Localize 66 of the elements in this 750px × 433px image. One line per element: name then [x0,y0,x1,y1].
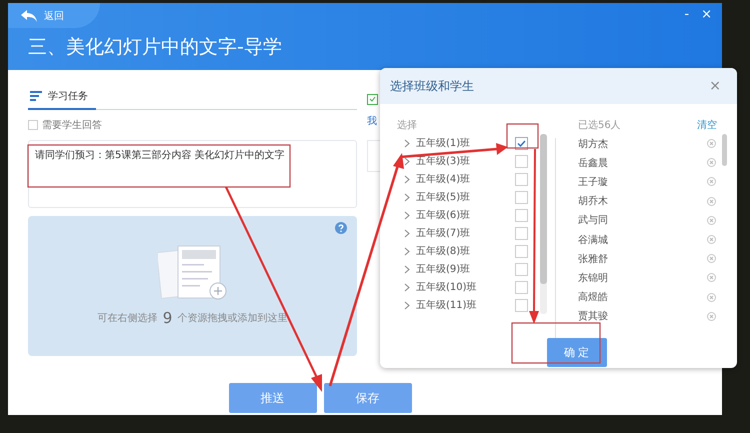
remove-icon[interactable] [707,216,716,225]
annotation-box [506,123,539,149]
documents-drawing [158,245,228,301]
student-name: 胡方杰 [578,138,608,151]
back-arrow-icon [20,8,38,22]
class-checkbox[interactable] [515,190,528,204]
class-item[interactable]: 五年级(4)班 [416,172,510,186]
remove-icon[interactable] [707,235,716,244]
close-button[interactable]: × [697,7,716,22]
help-icon[interactable] [335,222,347,234]
column-label: 选择 [397,118,418,133]
side-label: 我 [367,114,378,128]
list-icon [30,91,42,101]
class-item[interactable]: 五年级(3)班 [416,154,510,168]
remove-icon[interactable] [707,177,716,186]
student-name: 王子璇 [578,176,608,189]
student-name: 贾其骏 [578,310,608,324]
task-tab[interactable]: 学习任务 [28,84,96,110]
remove-icon[interactable] [707,292,716,302]
minimize-button[interactable]: - [680,7,694,22]
class-item[interactable]: 五年级(7)班 [416,226,510,240]
class-item[interactable]: 五年级(6)班 [416,208,510,222]
task-text-field[interactable]: 请同学们预习：第5课第三部分内容 美化幻灯片中的文字 [28,140,357,208]
resource-drop-area[interactable]: 可在右侧选择 9 个资源拖拽或添加到这里 [28,216,357,356]
student-name: 胡乔木 [578,194,608,208]
class-checkbox[interactable] [515,172,528,186]
student-name: 高煜皓 [578,290,608,304]
class-checkbox[interactable] [515,136,528,150]
checkmark-icon [517,140,526,146]
selected-count: 已选56人 [578,118,621,133]
resource-icon [367,94,378,105]
class-checkbox[interactable] [515,154,528,168]
checkbox[interactable] [28,120,38,130]
student-name: 东锦明 [578,272,608,285]
checkbox-label: 需要学生回答 [42,118,102,132]
student-name: 岳鑫晨 [578,156,608,170]
scrollbar[interactable] [540,134,547,314]
hint-text: 个资源拖拽或添加到这里 [177,312,288,325]
class-item[interactable]: 五年级(10)班 [416,280,510,294]
scrollbar[interactable] [722,134,727,166]
remove-icon[interactable] [707,312,716,321]
class-checkbox[interactable] [515,298,528,312]
remove-icon[interactable] [707,139,716,148]
need-answer-checkbox[interactable]: 需要学生回答 [28,118,357,132]
clear-link[interactable]: 清空 [697,118,717,134]
remove-icon[interactable] [707,196,716,206]
class-checkbox[interactable] [515,244,528,258]
dialog-title: 选择班级和学生 [390,78,474,94]
resource-count: 9 [162,309,172,327]
hint-text: 可在右侧选择 [98,312,158,325]
window-title: 三、美化幻灯片中的文字-导学 [27,35,283,60]
class-item[interactable]: 五年级(8)班 [416,244,510,258]
class-item[interactable]: 五年级(1)班 [416,136,510,150]
remove-icon[interactable] [707,254,716,264]
class-item[interactable]: 五年级(11)班 [416,298,510,312]
class-checkbox[interactable] [515,280,528,294]
class-checkbox[interactable] [515,262,528,276]
student-name: 张雅舒 [578,252,608,266]
remove-icon[interactable] [707,273,716,282]
class-item[interactable]: 五年级(9)班 [416,262,510,276]
class-checkbox[interactable] [515,208,528,222]
class-checkbox[interactable] [515,226,528,240]
student-name: 谷满城 [578,234,608,247]
class-item[interactable]: 五年级(5)班 [416,190,510,204]
remove-icon[interactable] [707,158,716,168]
student-name: 武与同 [578,214,608,228]
